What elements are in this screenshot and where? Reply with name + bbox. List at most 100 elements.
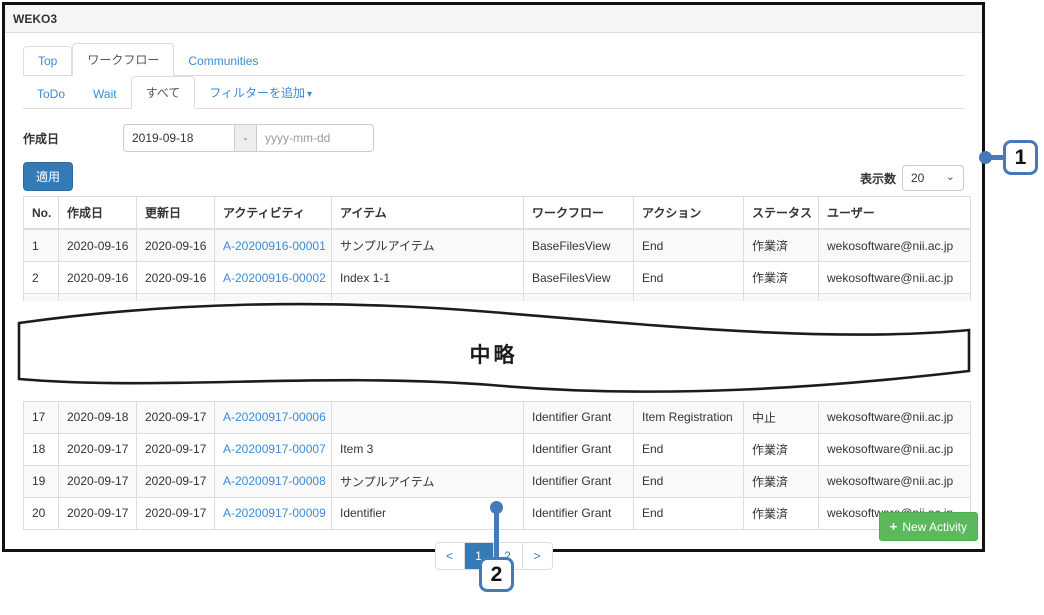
activity-link[interactable]: A-20200917-00009 — [223, 506, 326, 520]
annotation-marker-2: 2 — [479, 557, 514, 592]
cell-user: wekosoftware@nii.ac.jp — [819, 465, 971, 497]
created-date-label: 作成日 — [23, 130, 123, 147]
cell-updated-date: 2020-09-17 — [137, 497, 215, 529]
cell-created-date: 2020-09-17 — [59, 433, 137, 465]
tab-communities-label: Communities — [188, 54, 258, 68]
cell-user: wekosoftware@nii.ac.jp — [819, 433, 971, 465]
header-status: ステータス — [744, 197, 819, 230]
cell-no: 1 — [24, 229, 59, 262]
omitted-section: 中略 — [23, 299, 964, 401]
cell-action: End — [634, 433, 744, 465]
activity-link[interactable]: A-20200916-00002 — [223, 271, 326, 285]
app-title: WEKO3 — [13, 12, 57, 26]
tab-wait-label: Wait — [93, 87, 117, 101]
activity-link[interactable]: A-20200917-00007 — [223, 442, 326, 456]
table-toolbar: 適用 表示数 20 ⌄ — [23, 161, 964, 191]
tab-wait[interactable]: Wait — [79, 80, 131, 108]
cell-no: 18 — [24, 433, 59, 465]
activity-link[interactable]: A-20200917-00006 — [223, 410, 326, 424]
add-filter-label: フィルターを追加 — [209, 86, 305, 100]
tab-todo-label: ToDo — [37, 87, 65, 101]
cell-status: 作業済 — [744, 229, 819, 262]
date-separator: - — [235, 124, 257, 152]
display-count-select[interactable]: 20 ⌄ — [902, 165, 964, 191]
header-updated-date: 更新日 — [137, 197, 215, 230]
tab-all-label: すべて — [146, 86, 181, 100]
main-window: WEKO3 Top ワークフロー Communities ToDo — [2, 2, 985, 552]
display-count-value: 20 — [911, 171, 924, 185]
callout-line-2 — [494, 506, 499, 559]
tab-communities[interactable]: Communities — [174, 47, 272, 75]
pagination-prev[interactable]: < — [436, 543, 465, 569]
cell-created-date: 2020-09-17 — [59, 497, 137, 529]
cell-workflow: BaseFilesView — [524, 262, 634, 294]
main-tab-bar: Top ワークフロー Communities — [23, 43, 964, 76]
activity-table-upper: No. 作成日 更新日 アクティビティ アイテム ワークフロー アクション ステ… — [23, 196, 971, 301]
created-date-filter: 作成日 - — [23, 123, 964, 153]
tab-workflow-label: ワークフロー — [87, 53, 159, 67]
display-count-control: 表示数 20 ⌄ — [860, 165, 964, 191]
cell-no: 2 — [24, 262, 59, 294]
cell-action: End — [634, 262, 744, 294]
header-item: アイテム — [332, 197, 524, 230]
tab-top[interactable]: Top — [23, 46, 72, 76]
main-content: Top ワークフロー Communities ToDo Wait すべて — [5, 43, 982, 570]
caret-down-icon: ▾ — [307, 89, 312, 100]
apply-button[interactable]: 適用 — [23, 162, 73, 191]
tab-top-label: Top — [38, 54, 57, 68]
cell-workflow: Identifier Grant — [524, 433, 634, 465]
cell-status: 作業済 — [744, 497, 819, 529]
header-workflow: ワークフロー — [524, 197, 634, 230]
cell-updated-date: 2020-09-16 — [137, 262, 215, 294]
activity-link[interactable]: A-20200917-00008 — [223, 474, 326, 488]
cell-activity: A-20200916-00001 — [215, 229, 332, 262]
cell-activity: A-20200916-00002 — [215, 262, 332, 294]
omitted-label: 中略 — [23, 339, 964, 369]
cell-action: End — [634, 465, 744, 497]
table-row: 2 2020-09-16 2020-09-16 A-20200916-00002… — [24, 262, 971, 294]
pagination-next[interactable]: > — [523, 543, 552, 569]
add-filter-dropdown[interactable]: フィルターを追加▾ — [195, 77, 326, 108]
activity-link[interactable]: A-20200916-00001 — [223, 239, 326, 253]
cell-activity: A-20200917-00007 — [215, 433, 332, 465]
cell-item: サンプルアイテム — [332, 465, 524, 497]
tab-all[interactable]: すべて — [131, 76, 196, 109]
cell-activity: A-20200917-00008 — [215, 465, 332, 497]
cell-created-date: 2020-09-16 — [59, 262, 137, 294]
plus-icon: + — [890, 519, 898, 534]
cell-workflow: BaseFilesView — [524, 229, 634, 262]
header-created-date: 作成日 — [59, 197, 137, 230]
cell-user: wekosoftware@nii.ac.jp — [819, 229, 971, 262]
cell-created-date: 2020-09-16 — [59, 229, 137, 262]
tab-todo[interactable]: ToDo — [23, 80, 79, 108]
cell-action: End — [634, 229, 744, 262]
header-user: ユーザー — [819, 197, 971, 230]
window-titlebar: WEKO3 — [5, 5, 982, 33]
cell-updated-date: 2020-09-16 — [137, 229, 215, 262]
chevron-down-icon: ⌄ — [946, 170, 955, 183]
annotation-marker-1: 1 — [1003, 140, 1038, 175]
date-to-input[interactable] — [257, 124, 374, 152]
cell-action: End — [634, 497, 744, 529]
tab-workflow[interactable]: ワークフロー — [72, 43, 174, 76]
header-activity: アクティビティ — [215, 197, 332, 230]
date-from-input[interactable] — [123, 124, 235, 152]
sub-tab-bar: ToDo Wait すべて フィルターを追加▾ — [23, 76, 964, 109]
cell-item: Index 1-1 — [332, 262, 524, 294]
cell-status: 作業済 — [744, 433, 819, 465]
cell-workflow: Identifier Grant — [524, 497, 634, 529]
cell-updated-date: 2020-09-17 — [137, 465, 215, 497]
cell-status: 作業済 — [744, 465, 819, 497]
cell-updated-date: 2020-09-17 — [137, 433, 215, 465]
table-header-row: No. 作成日 更新日 アクティビティ アイテム ワークフロー アクション ステ… — [24, 197, 971, 230]
new-activity-label: New Activity — [902, 520, 967, 534]
cell-activity: A-20200917-00009 — [215, 497, 332, 529]
new-activity-button[interactable]: + New Activity — [879, 512, 978, 541]
cell-item: サンプルアイテム — [332, 229, 524, 262]
cell-workflow: Identifier Grant — [524, 465, 634, 497]
display-count-label: 表示数 — [860, 170, 896, 187]
callout-line-1 — [985, 155, 1005, 160]
header-action: アクション — [634, 197, 744, 230]
date-range-group: - — [123, 124, 374, 152]
cell-item: Item 3 — [332, 433, 524, 465]
